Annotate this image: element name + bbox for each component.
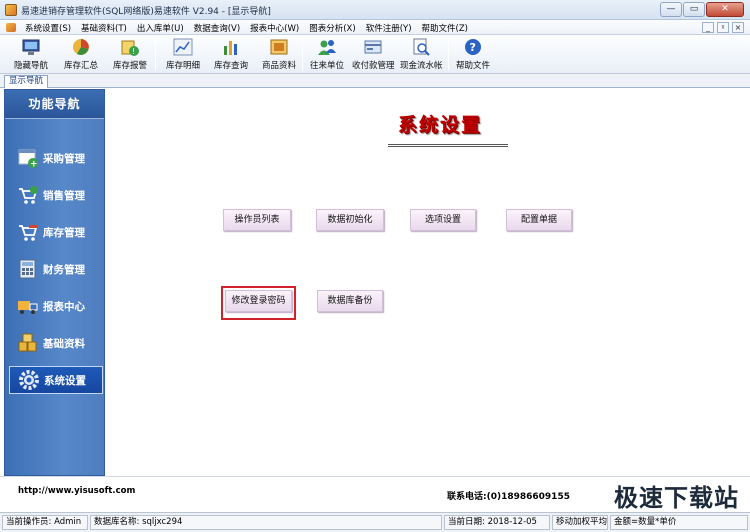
- status-database: 数据库名称: sqljxc294: [90, 515, 442, 530]
- page-title: 系统设置: [398, 114, 483, 136]
- config-documents-button[interactable]: 配置单据: [506, 209, 572, 231]
- menu-bar: 系统设置(S) 基础资料(T) 出入库单(U) 数据查询(V) 报表中心(W) …: [0, 20, 750, 35]
- status-cost-method: 移动加权平均: [552, 515, 608, 530]
- nav-item-label: 系统设置: [44, 374, 86, 387]
- operator-list-button[interactable]: 操作员列表: [223, 209, 291, 231]
- nav-item-label: 采购管理: [43, 152, 85, 165]
- nav-item-sales[interactable]: 销售管理: [9, 181, 103, 209]
- menu-data-query[interactable]: 数据查询(V): [194, 22, 240, 34]
- calculator-icon: [17, 258, 39, 280]
- nav-item-basic-data[interactable]: 基础资料: [9, 329, 103, 357]
- status-amount-formula: 金额=数量*单价: [610, 515, 748, 530]
- bar-chart-icon: [221, 37, 241, 57]
- watermark-logo: 极速下载站: [614, 484, 739, 512]
- nav-item-label: 销售管理: [43, 189, 85, 202]
- cart-icon: [17, 184, 39, 206]
- title-bar: 易速进销存管理软件(SQL网络版)易速软件 V2.94 - [显示导航] — ▭…: [0, 0, 750, 20]
- minimize-button[interactable]: —: [660, 2, 682, 17]
- data-init-button[interactable]: 数据初始化: [316, 209, 384, 231]
- nav-item-label: 库存管理: [43, 226, 85, 239]
- function-nav-panel: 功能导航 + 采购管理 销售管理 库存管理 财务管理 报表中心 基础资料 系统设…: [4, 89, 105, 476]
- monitor-icon: [21, 37, 41, 57]
- toolbar-separator: [155, 39, 156, 70]
- cart-minus-icon: [17, 221, 39, 243]
- stock-summary-button[interactable]: 库存汇总: [64, 37, 98, 72]
- svg-text:?: ?: [470, 41, 476, 54]
- nav-item-purchase[interactable]: + 采购管理: [9, 144, 103, 172]
- product-icon: [269, 37, 289, 57]
- menu-stock-orders[interactable]: 出入库单(U): [137, 22, 184, 34]
- payment-icon: [363, 37, 383, 57]
- menu-basic-data[interactable]: 基础资料(T): [81, 22, 127, 34]
- stock-query-button[interactable]: 库存查询: [214, 37, 248, 72]
- product-info-button[interactable]: 商品资料: [262, 37, 296, 72]
- svg-text:!: !: [132, 47, 135, 56]
- change-password-button[interactable]: 修改登录密码: [225, 290, 292, 312]
- users-icon: [317, 37, 337, 57]
- mdi-close-button[interactable]: ×: [732, 22, 744, 33]
- search-document-icon: [411, 37, 431, 57]
- nav-item-label: 报表中心: [43, 300, 85, 313]
- status-bar: 当前操作员: Admin 数据库名称: sqljxc294 当前日期: 2018…: [0, 512, 750, 532]
- cash-journal-button[interactable]: 现金流水帐: [400, 37, 443, 72]
- toolbar-separator: [302, 39, 303, 70]
- app-icon: [5, 4, 17, 16]
- pie-chart-icon: [71, 37, 91, 57]
- toolbar-separator: [448, 39, 449, 70]
- svg-text:+: +: [30, 160, 38, 170]
- mdi-minimize-button[interactable]: _: [702, 22, 714, 33]
- restore-button[interactable]: ▭: [683, 2, 705, 17]
- close-button[interactable]: ✕: [706, 2, 744, 17]
- payment-button[interactable]: 收付款管理: [352, 37, 395, 72]
- boxes-icon: [17, 332, 39, 354]
- nav-item-system-settings[interactable]: 系统设置: [9, 366, 103, 394]
- menu-system-settings[interactable]: 系统设置(S): [25, 22, 71, 34]
- truck-icon: [17, 295, 39, 317]
- nav-item-finance[interactable]: 财务管理: [9, 255, 103, 283]
- nav-item-label: 基础资料: [43, 337, 85, 350]
- website-link[interactable]: http://www.yisusoft.com: [18, 486, 135, 496]
- nav-item-reports[interactable]: 报表中心: [9, 292, 103, 320]
- menu-help[interactable]: 帮助文件(Z): [422, 22, 468, 34]
- help-icon: ?: [463, 37, 483, 57]
- toolbar: 隐藏导航 库存汇总 ! 库存报警 库存明细 库存查询 商品资料 往来单位 收付款…: [0, 35, 750, 74]
- alert-icon: !: [120, 37, 140, 57]
- main-panel: 系统设置 操作员列表 数据初始化 选项设置 配置单据 修改登录密码 数据库备份: [106, 89, 750, 476]
- tab-show-nav[interactable]: 显示导航: [4, 75, 49, 88]
- options-button[interactable]: 选项设置: [410, 209, 476, 231]
- status-date: 当前日期: 2018-12-05: [444, 515, 550, 530]
- status-operator: 当前操作员: Admin: [2, 515, 88, 530]
- contacts-button[interactable]: 往来单位: [310, 37, 344, 72]
- nav-item-label: 财务管理: [43, 263, 85, 276]
- window-title: 易速进销存管理软件(SQL网络版)易速软件 V2.94 - [显示导航]: [21, 7, 271, 17]
- document-tabs: 显示导航: [0, 74, 750, 88]
- menu-report-center[interactable]: 报表中心(W): [250, 22, 299, 34]
- stock-detail-button[interactable]: 库存明细: [166, 37, 200, 72]
- menu-software-register[interactable]: 软件注册(Y): [366, 22, 412, 34]
- stock-alert-button[interactable]: ! 库存报警: [113, 37, 147, 72]
- contact-phone: 联系电话:(0)18986609155: [447, 492, 570, 502]
- menu-chart-analysis[interactable]: 图表分析(X): [309, 22, 355, 34]
- hide-nav-button[interactable]: 隐藏导航: [14, 37, 48, 72]
- help-button[interactable]: ? 帮助文件: [456, 37, 490, 72]
- nav-header: 功能导航: [5, 90, 104, 119]
- database-backup-button[interactable]: 数据库备份: [317, 290, 383, 312]
- purchase-icon: +: [17, 147, 39, 170]
- mdi-restore-button[interactable]: ᵡ: [717, 22, 729, 33]
- title-underline: [388, 144, 508, 147]
- nav-item-inventory[interactable]: 库存管理: [9, 218, 103, 246]
- gear-icon: [18, 369, 40, 391]
- document-icon[interactable]: [6, 23, 16, 32]
- line-chart-icon: [173, 37, 193, 57]
